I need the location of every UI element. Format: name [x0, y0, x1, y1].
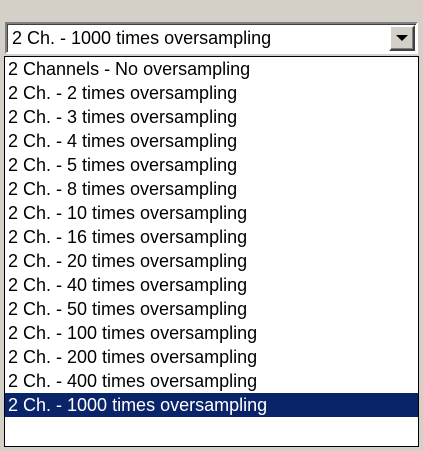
dropdown-option[interactable]: 2 Ch. - 5 times oversampling	[5, 153, 418, 177]
dropdown-option-selected[interactable]: 2 Ch. - 1000 times oversampling	[5, 393, 418, 417]
dropdown-option[interactable]: 2 Ch. - 50 times oversampling	[5, 297, 418, 321]
dropdown-option[interactable]: 2 Ch. - 4 times oversampling	[5, 129, 418, 153]
dropdown-option[interactable]: 2 Ch. - 20 times oversampling	[5, 249, 418, 273]
dropdown-list[interactable]: 2 Channels - No oversampling 2 Ch. - 2 t…	[4, 56, 419, 447]
dropdown-button[interactable]	[389, 25, 415, 51]
dropdown-option[interactable]: 2 Ch. - 400 times oversampling	[5, 369, 418, 393]
dropdown-option[interactable]: 2 Ch. - 200 times oversampling	[5, 345, 418, 369]
dropdown-option[interactable]: 2 Channels - No oversampling	[5, 57, 418, 81]
dropdown-option[interactable]: 2 Ch. - 2 times oversampling	[5, 81, 418, 105]
dropdown-option[interactable]: 2 Ch. - 100 times oversampling	[5, 321, 418, 345]
dropdown-option[interactable]: 2 Ch. - 8 times oversampling	[5, 177, 418, 201]
dropdown-option[interactable]: 2 Ch. - 40 times oversampling	[5, 273, 418, 297]
chevron-down-icon	[396, 35, 408, 41]
oversampling-select[interactable]: 2 Ch. - 1000 times oversampling	[5, 22, 418, 54]
dropdown-option[interactable]: 2 Ch. - 10 times oversampling	[5, 201, 418, 225]
dropdown-option[interactable]: 2 Ch. - 3 times oversampling	[5, 105, 418, 129]
select-value: 2 Ch. - 1000 times oversampling	[12, 28, 272, 48]
dropdown-option[interactable]: 2 Ch. - 16 times oversampling	[5, 225, 418, 249]
